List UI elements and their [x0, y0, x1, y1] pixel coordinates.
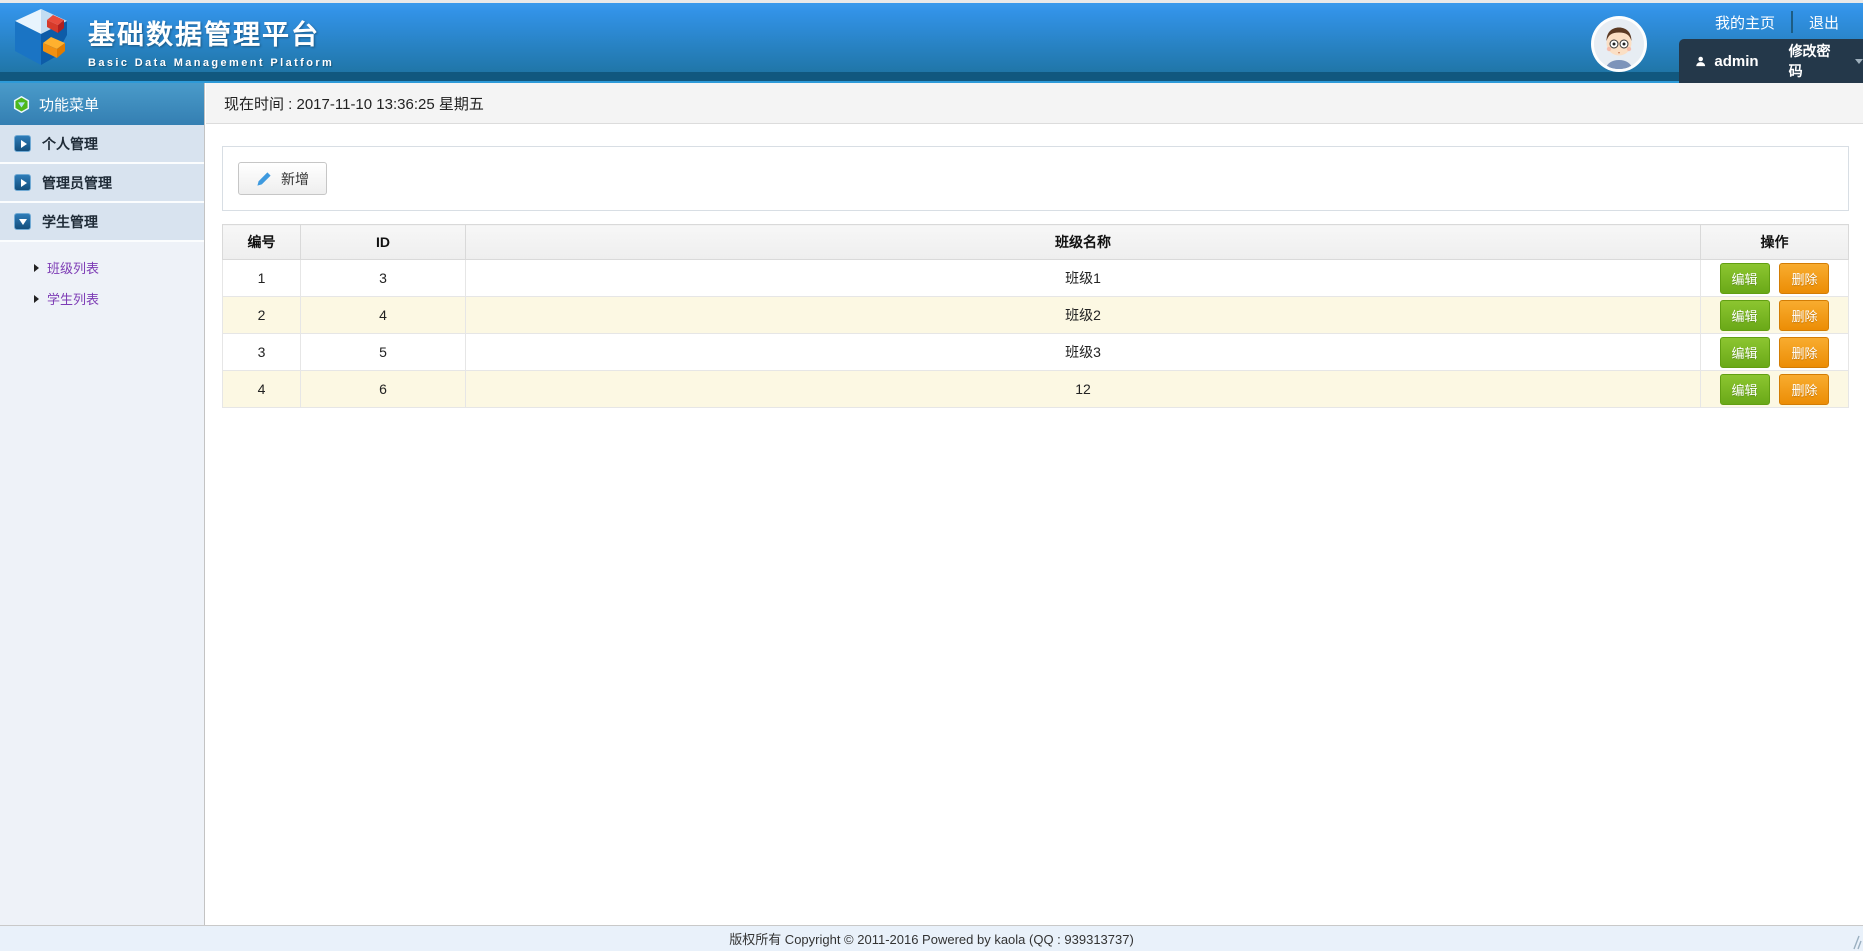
sidebar: 功能菜单 个人管理 管理员管理 学生管理 班级列表 学生列表 — [0, 83, 205, 925]
sidebar-submenu: 班级列表 学生列表 — [0, 242, 204, 314]
cell-actions: 编辑 删除 — [1700, 259, 1849, 297]
table-row: 1 3 班级1 编辑 删除 — [222, 259, 1849, 297]
cell-no: 1 — [222, 259, 301, 297]
arrow-down-icon — [14, 213, 31, 230]
delete-button[interactable]: 删除 — [1779, 299, 1830, 331]
user-icon — [1696, 56, 1706, 66]
main-area: 现在时间 : 2017-11-10 13:36:25 星期五 新增 编号 ID … — [206, 83, 1863, 925]
current-time-text: 现在时间 : 2017-11-10 13:36:25 星期五 — [224, 95, 484, 113]
copyright-text: 版权所有 Copyright © 2011-2016 Powered by ka… — [729, 932, 1134, 947]
triangle-right-icon — [34, 263, 39, 272]
sidebar-item-label: 管理员管理 — [42, 174, 112, 191]
add-button[interactable]: 新增 — [238, 162, 327, 195]
cell-class-name: 班级2 — [465, 296, 1701, 334]
cell-id: 3 — [300, 259, 466, 297]
table-row: 2 4 班级2 编辑 删除 — [222, 296, 1849, 334]
resize-grip-icon[interactable] — [1850, 934, 1862, 950]
sidebar-item-admin[interactable]: 管理员管理 — [0, 164, 204, 203]
app-logo-cube-icon — [15, 9, 67, 65]
app-subtitle: Basic Data Management Platform — [88, 57, 335, 69]
delete-button[interactable]: 删除 — [1779, 373, 1830, 405]
pencil-icon — [257, 171, 271, 186]
sidebar-subitem-label: 班级列表 — [47, 261, 100, 276]
table-row: 4 6 12 编辑 删除 — [222, 370, 1849, 408]
cell-no: 4 — [222, 370, 301, 408]
col-header-no: 编号 — [222, 224, 301, 260]
cell-class-name: 班级3 — [465, 333, 1701, 371]
nav-divider — [1790, 11, 1793, 33]
cell-no: 3 — [222, 333, 301, 371]
sidebar-subitem-class-list[interactable]: 班级列表 — [0, 252, 204, 283]
username: admin — [1714, 52, 1759, 70]
cell-actions: 编辑 删除 — [1700, 333, 1849, 371]
app-title: 基础数据管理平台 — [88, 20, 320, 50]
title-block: 基础数据管理平台 Basic Data Management Platform — [88, 13, 334, 69]
cell-no: 2 — [222, 296, 301, 334]
cell-class-name: 班级1 — [465, 259, 1701, 297]
top-nav: 我的主页 退出 — [1715, 11, 1839, 33]
table-header-row: 编号 ID 班级名称 操作 — [222, 224, 1849, 260]
app-header: 基础数据管理平台 Basic Data Management Platform … — [0, 0, 1863, 83]
triangle-right-icon — [34, 294, 39, 303]
edit-button[interactable]: 编辑 — [1719, 299, 1770, 331]
gem-icon — [13, 95, 30, 113]
nav-home-link[interactable]: 我的主页 — [1715, 12, 1775, 33]
arrow-right-icon — [14, 135, 31, 152]
cell-actions: 编辑 删除 — [1700, 370, 1849, 408]
col-header-class-name: 班级名称 — [465, 224, 1701, 260]
change-password-link[interactable]: 修改密码 — [1789, 41, 1831, 81]
delete-button[interactable]: 删除 — [1779, 262, 1830, 294]
delete-button[interactable]: 删除 — [1779, 336, 1830, 368]
cell-actions: 编辑 删除 — [1700, 296, 1849, 334]
sidebar-item-label: 个人管理 — [42, 135, 98, 152]
edit-button[interactable]: 编辑 — [1719, 336, 1770, 368]
avatar[interactable] — [1591, 16, 1647, 72]
toolbar-panel: 新增 — [222, 146, 1849, 211]
cell-id: 6 — [300, 370, 466, 408]
footer: 版权所有 Copyright © 2011-2016 Powered by ka… — [0, 925, 1863, 951]
cell-class-name: 12 — [465, 370, 1701, 408]
nav-logout-link[interactable]: 退出 — [1809, 12, 1839, 33]
sidebar-item-student[interactable]: 学生管理 — [0, 203, 204, 242]
col-header-id: ID — [300, 224, 466, 260]
cell-id: 4 — [300, 296, 466, 334]
arrow-right-icon — [14, 174, 31, 191]
edit-button[interactable]: 编辑 — [1719, 262, 1770, 294]
table-row: 3 5 班级3 编辑 删除 — [222, 333, 1849, 371]
cell-id: 5 — [300, 333, 466, 371]
col-header-actions: 操作 — [1700, 224, 1849, 260]
sidebar-subitem-label: 学生列表 — [47, 292, 100, 307]
sidebar-menu-header: 功能菜单 — [0, 83, 204, 125]
content: 新增 编号 ID 班级名称 操作 1 3 班级1 编辑 删除 2 4 班级2 编… — [206, 124, 1863, 408]
current-time-bar: 现在时间 : 2017-11-10 13:36:25 星期五 — [206, 83, 1863, 124]
sidebar-item-personal[interactable]: 个人管理 — [0, 125, 204, 164]
chevron-down-icon[interactable] — [1855, 58, 1863, 64]
sidebar-subitem-student-list[interactable]: 学生列表 — [0, 283, 204, 314]
sidebar-item-label: 学生管理 — [42, 213, 98, 230]
sidebar-menu-title: 功能菜单 — [39, 96, 100, 114]
add-button-label: 新增 — [281, 170, 309, 187]
edit-button[interactable]: 编辑 — [1719, 373, 1770, 405]
user-bar: admin 修改密码 — [1679, 39, 1863, 83]
class-table: 编号 ID 班级名称 操作 1 3 班级1 编辑 删除 2 4 班级2 编辑 删… — [222, 224, 1849, 408]
